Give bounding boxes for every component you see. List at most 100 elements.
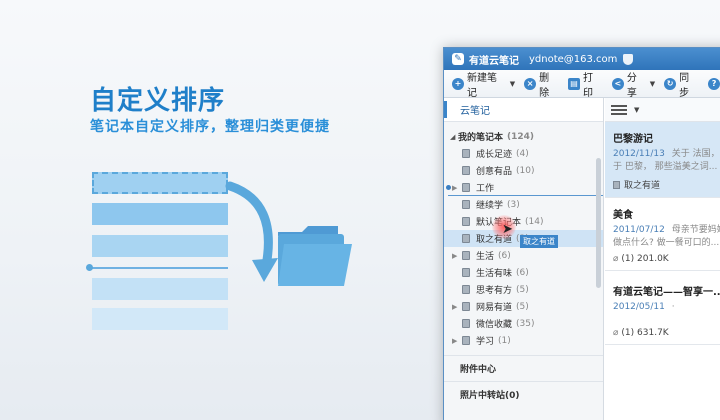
notebook-label: 创意有品: [476, 167, 513, 177]
note-date: 2012/11/13: [613, 149, 665, 159]
notebook-icon: [462, 302, 470, 311]
notebook-item[interactable]: 创意有品 (10): [444, 162, 603, 179]
notebook-label: 工作: [476, 184, 495, 194]
hero-title: 自定义排序: [90, 86, 226, 116]
collapse-triangle-icon[interactable]: ▶: [452, 184, 460, 192]
notebook-icon: [462, 166, 470, 175]
cloud-notes-label: 云笔记: [460, 106, 490, 117]
toolbar: + 新建笔记 ▼ × 删除 ▤ 打印 < 分享 ▼ ↻ 同步 ?: [444, 69, 720, 99]
notebook-label: 思考有方: [476, 286, 513, 296]
app-window: ✎ 有道云笔记 ydnote@163.com + 新建笔记 ▼ × 删除 ▤ 打…: [443, 47, 720, 420]
notebook-item[interactable]: ▶ 生活 (6): [444, 247, 603, 264]
list-bar: [92, 308, 228, 330]
sidebar: 云笔记 ◢ 我的笔记本 (124) 成长足迹 (4) 创意有品 (10) ▶ 工: [444, 98, 604, 420]
notebook-label: 生活: [476, 252, 495, 262]
note-attachment: ⌀ (1) 201.0K: [613, 254, 720, 264]
delete-button[interactable]: × 删除: [524, 69, 559, 99]
notebook-icon: [462, 234, 470, 243]
share-label: 分享: [626, 72, 637, 99]
note-list: ▼ 巴黎游记 2012/11/13 关于 法国， 于 巴黎， 那些溢美之词...…: [605, 98, 720, 420]
mouse-cursor-icon: ➤: [502, 222, 513, 237]
notebook-count: (6): [498, 250, 511, 261]
notebook-label: 成长足迹: [476, 150, 513, 160]
note-notebook-label: 取之有道: [624, 181, 661, 191]
notebook-item[interactable]: ▶ 学习 (1): [444, 332, 603, 349]
note-attachment: ⌀ (1) 631.7K: [613, 328, 720, 338]
note-item[interactable]: 美食 2011/07/12 母亲节要妈妈 做点什么? 做一餐可口的... ⌀ (…: [605, 198, 720, 271]
notebook-count: (10): [516, 165, 535, 176]
chevron-down-icon[interactable]: ▼: [650, 80, 655, 88]
chevron-down-icon[interactable]: ▼: [510, 80, 515, 88]
app-name: 有道云笔记: [469, 55, 519, 67]
sidebar-item-photo-transfer[interactable]: 照片中转站(0): [444, 381, 603, 407]
notebook-icon: [462, 217, 470, 226]
list-view-icon[interactable]: [611, 104, 627, 115]
paperclip-icon: ⌀: [613, 328, 619, 338]
note-snippet: 做点什么? 做一餐可口的...: [613, 238, 720, 248]
notebook-count: (5): [516, 284, 529, 295]
note-attachment-label: (1) 201.0K: [621, 254, 669, 264]
share-icon: <: [611, 77, 624, 90]
notebook-item[interactable]: 成长足迹 (4): [444, 145, 603, 162]
sync-icon: ↻: [664, 77, 677, 90]
print-label: 打印: [582, 72, 593, 99]
note-title: 有道云笔记——智享一...: [613, 287, 720, 298]
delete-label: 删除: [539, 72, 550, 99]
note-list-header: ▼: [605, 98, 720, 122]
notebook-icon: [462, 251, 470, 260]
print-button[interactable]: ▤ 打印: [568, 69, 603, 99]
note-snippet: 母亲节要妈妈: [671, 225, 720, 235]
sync-button[interactable]: ↻ 同步: [664, 69, 699, 99]
sidebar-scrollbar[interactable]: [596, 158, 601, 288]
drop-indicator-line: [88, 267, 228, 269]
notebook-count: (4): [516, 148, 529, 159]
drop-indicator-dot: [446, 185, 451, 190]
app-logo-icon: ✎: [452, 53, 464, 65]
notebook-item[interactable]: 默认笔记本 (14): [444, 213, 603, 230]
note-meta: 2012/05/11 ·: [613, 301, 720, 314]
notebook-icon: [462, 183, 470, 192]
chevron-down-icon[interactable]: ▼: [634, 106, 639, 114]
note-item[interactable]: 有道云笔记——智享一... 2012/05/11 · ⌀ (1) 631.7K: [605, 271, 720, 345]
more-button[interactable]: ?: [708, 77, 720, 90]
notebook-count: (14): [525, 216, 544, 227]
notebook-count: (35): [516, 318, 535, 329]
notebook-label: 网易有道: [476, 303, 513, 313]
sidebar-item-attachments[interactable]: 附件中心: [444, 355, 603, 381]
collapse-triangle-icon[interactable]: ▶: [452, 303, 460, 311]
notebook-icon: [462, 200, 470, 209]
notebook-item[interactable]: ▶ 网易有道 (5): [444, 298, 603, 315]
share-button[interactable]: < 分享 ▼: [611, 69, 655, 99]
delete-icon: ×: [524, 77, 537, 90]
note-item-selected[interactable]: 巴黎游记 2012/11/13 关于 法国， 于 巴黎， 那些溢美之词... 取…: [605, 122, 720, 198]
title-bar: ✎ 有道云笔记 ydnote@163.com: [444, 48, 720, 70]
collapse-triangle-icon[interactable]: ▶: [452, 252, 460, 260]
notebook-icon: [462, 336, 470, 345]
notebook-item[interactable]: 继续学 (3): [444, 196, 603, 213]
note-attachment-label: (1) 631.7K: [621, 328, 669, 338]
tree-root-label: 我的笔记本: [458, 133, 504, 143]
list-bar: [92, 235, 228, 257]
notebook-item[interactable]: 微信收藏 (35): [444, 315, 603, 332]
expand-triangle-icon[interactable]: ◢: [450, 133, 458, 141]
dragged-item-bar: [92, 172, 228, 194]
print-icon: ▤: [568, 77, 580, 90]
note-notebook: 取之有道: [613, 178, 720, 191]
notebook-item[interactable]: 思考有方 (5): [444, 281, 603, 298]
notebook-count: (1): [498, 335, 511, 346]
note-snippet: 关于 法国，: [671, 149, 720, 159]
paperclip-icon: ⌀: [613, 254, 619, 264]
sync-label: 同步: [679, 72, 690, 99]
tree-root-my-notebooks[interactable]: ◢ 我的笔记本 (124): [444, 128, 603, 145]
notebook-count: (5): [516, 301, 529, 312]
notebook-item[interactable]: ▶ 工作: [444, 179, 603, 196]
shield-icon[interactable]: [623, 53, 634, 65]
new-note-button[interactable]: + 新建笔记 ▼: [452, 69, 515, 99]
notebook-count: (6): [516, 267, 529, 278]
note-meta: 2012/11/13 关于 法国，: [613, 148, 720, 161]
account-label[interactable]: ydnote@163.com: [529, 54, 617, 65]
sidebar-item-cloud-notes[interactable]: 云笔记: [444, 98, 603, 122]
notebook-item[interactable]: 生活有味 (6): [444, 264, 603, 281]
tree-root-count: (124): [507, 131, 535, 142]
collapse-triangle-icon[interactable]: ▶: [452, 337, 460, 345]
